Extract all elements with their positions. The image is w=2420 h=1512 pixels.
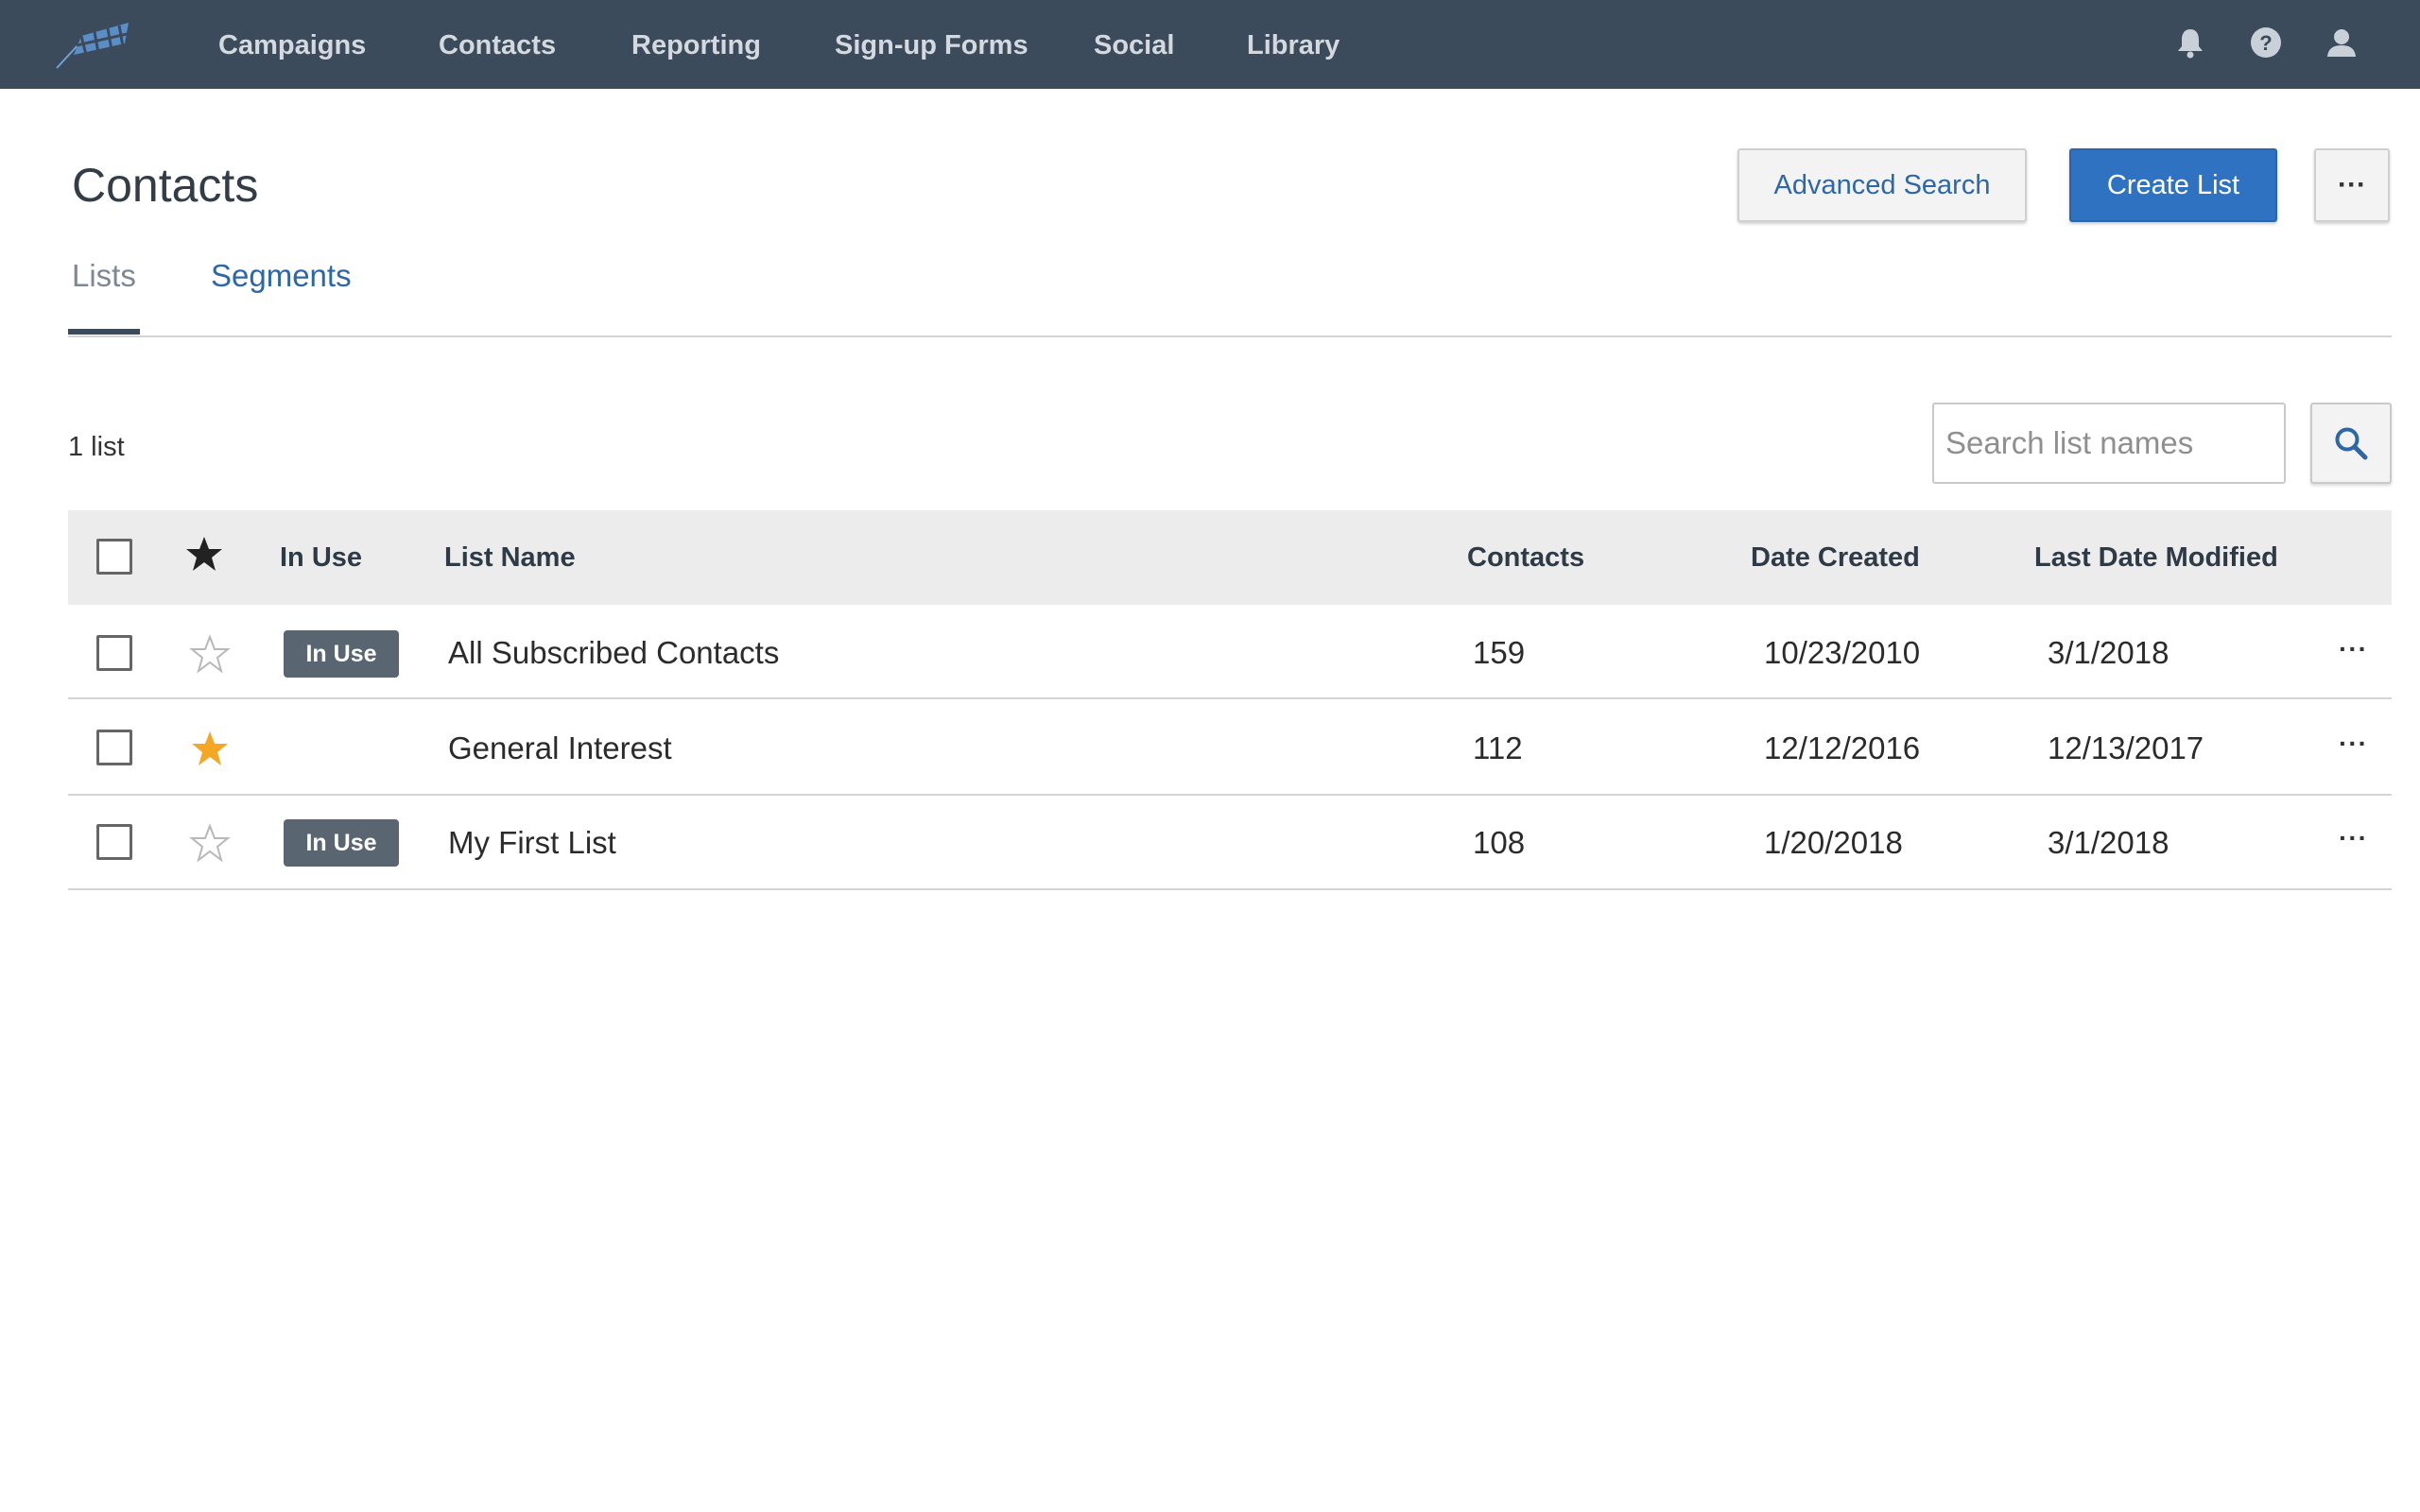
date-modified: 3/1/2018 [2048, 635, 2169, 670]
nav-item-reporting[interactable]: Reporting [631, 28, 761, 62]
more-actions-button[interactable]: ··· [2314, 148, 2390, 222]
user-icon[interactable] [2324, 25, 2360, 60]
tab-divider [68, 335, 2392, 337]
table-row[interactable] [68, 796, 2392, 890]
star-column-icon[interactable] [183, 533, 225, 575]
date-modified: 12/13/2017 [2048, 730, 2204, 765]
nav-item-social[interactable]: Social [1094, 28, 1174, 62]
star-outline-icon[interactable] [189, 633, 231, 675]
star-filled-icon[interactable] [189, 728, 231, 769]
row-checkbox[interactable] [96, 635, 132, 671]
tab-segments[interactable]: Segments [211, 257, 352, 295]
nav-item-library[interactable]: Library [1247, 28, 1340, 62]
date-modified: 3/1/2018 [2048, 825, 2169, 860]
list-name[interactable]: My First List [448, 824, 616, 862]
list-name[interactable]: General Interest [448, 730, 672, 767]
column-header-list-name[interactable]: List Name [444, 541, 576, 575]
svg-text:?: ? [2259, 31, 2272, 55]
table-row[interactable] [68, 701, 2392, 796]
select-all-checkbox[interactable] [96, 539, 132, 575]
date-created: 12/12/2016 [1764, 730, 1921, 765]
contacts-count: 112 [1473, 730, 1523, 765]
row-actions-button[interactable]: ··· [2339, 635, 2368, 663]
table-row[interactable] [68, 605, 2392, 699]
bell-icon[interactable] [2172, 25, 2208, 60]
tab-lists[interactable]: Lists [72, 257, 136, 295]
list-name[interactable]: All Subscribed Contacts [448, 634, 779, 672]
create-list-button[interactable]: Create List [2069, 148, 2277, 222]
nav-item-campaigns[interactable]: Campaigns [218, 28, 366, 62]
column-header-last-date-modified[interactable]: Last Date Modified [2034, 541, 2278, 575]
column-header-contacts[interactable]: Contacts [1467, 541, 1584, 575]
in-use-badge: In Use [284, 819, 399, 867]
search-icon [2335, 427, 2368, 460]
active-tab-indicator [68, 329, 140, 335]
row-actions-button[interactable]: ··· [2339, 824, 2368, 852]
row-actions-button[interactable]: ··· [2339, 730, 2368, 758]
row-checkbox[interactable] [96, 730, 132, 765]
star-outline-icon[interactable] [189, 822, 231, 864]
row-checkbox[interactable] [96, 824, 132, 860]
column-header-date-created[interactable]: Date Created [1751, 541, 1920, 575]
page-title: Contacts [72, 159, 259, 212]
in-use-badge: In Use [284, 630, 399, 678]
date-created: 1/20/2018 [1764, 825, 1903, 860]
list-count: 1 list [68, 432, 125, 462]
search-input[interactable] [1932, 403, 2286, 484]
column-header-in-use[interactable]: In Use [280, 541, 362, 575]
nav-item-contacts[interactable]: Contacts [439, 28, 556, 62]
search-button[interactable] [2310, 403, 2392, 484]
nav-item-sign-up-forms[interactable]: Sign-up Forms [835, 28, 1028, 62]
logo-icon[interactable] [53, 17, 132, 70]
advanced-search-button[interactable]: Advanced Search [1737, 148, 2027, 222]
date-created: 10/23/2010 [1764, 635, 1921, 670]
contacts-count: 159 [1473, 635, 1526, 670]
help-icon[interactable]: ? [2248, 25, 2284, 60]
top-nav-bar: Campaigns Contacts Reporting Sign-up For… [0, 0, 2420, 89]
contacts-count: 108 [1473, 825, 1526, 860]
